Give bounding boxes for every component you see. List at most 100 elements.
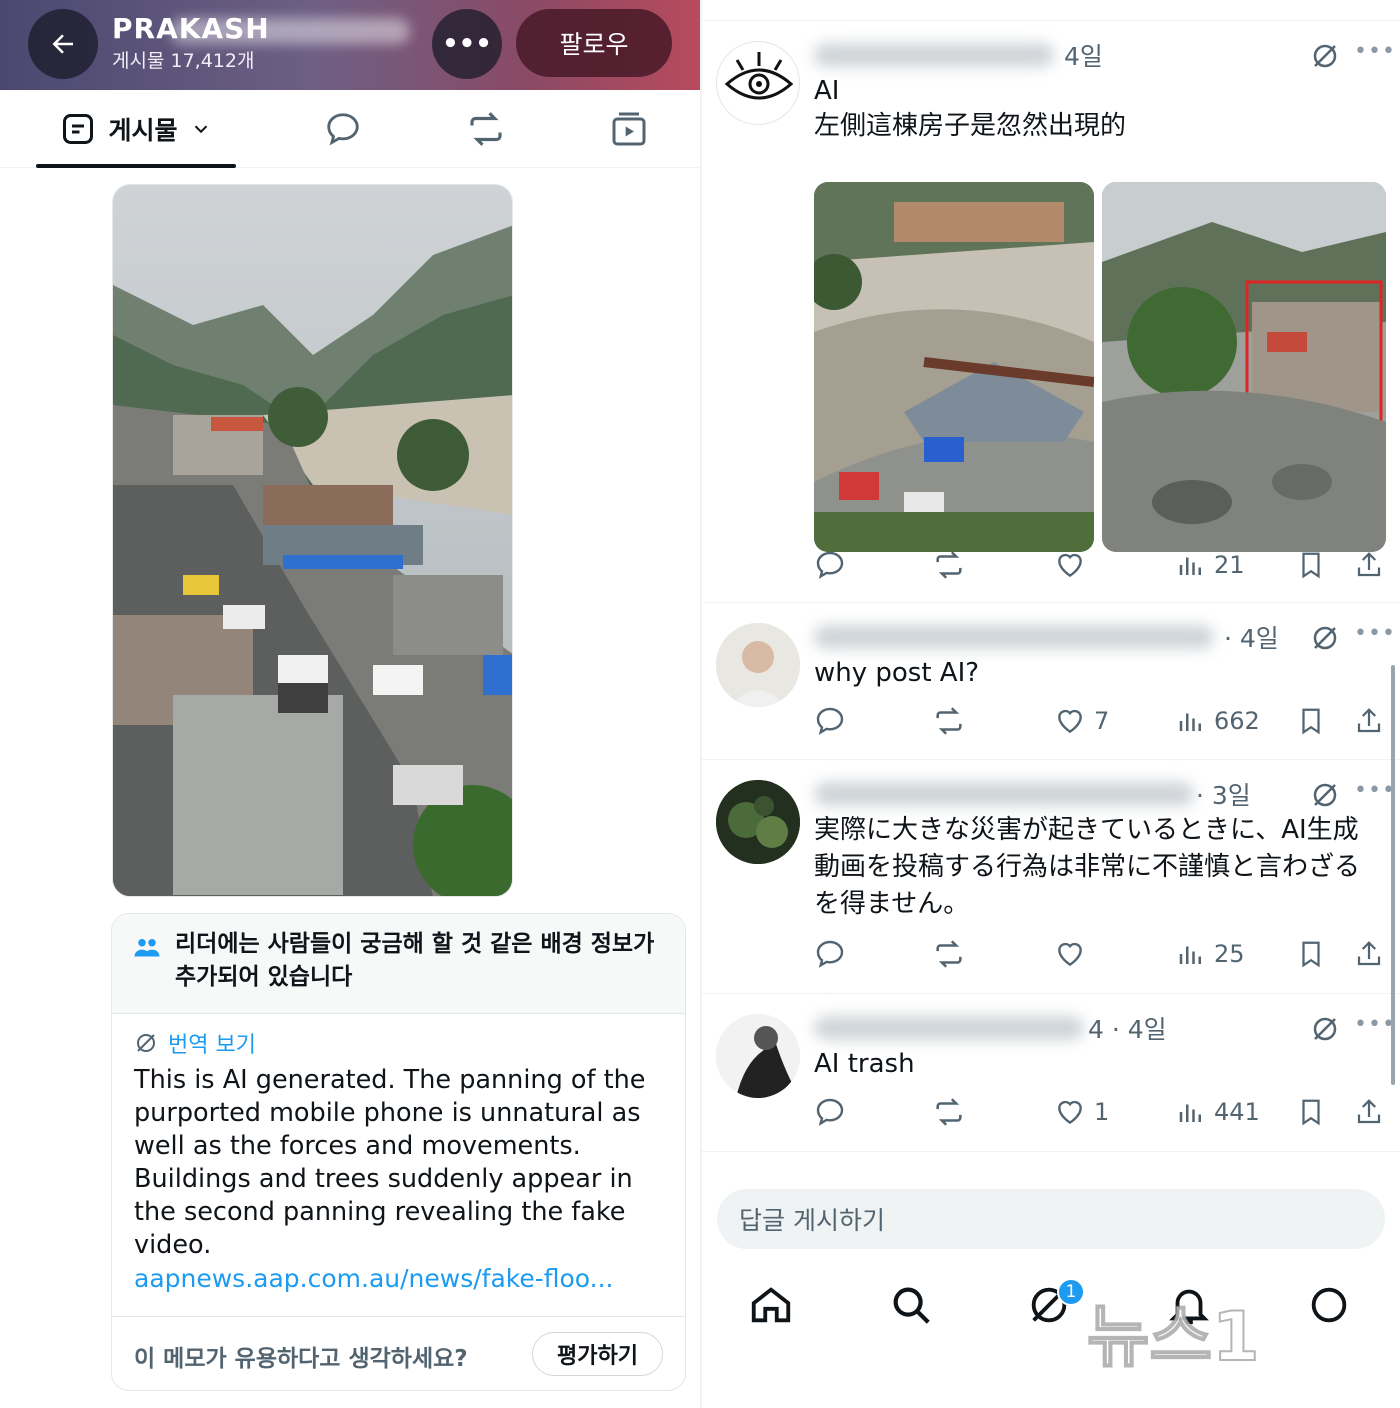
reply-button[interactable]: [814, 1094, 846, 1130]
news1-watermark: 뉴스1: [1087, 1297, 1260, 1378]
post-time: · 4일: [1224, 624, 1279, 653]
avatar[interactable]: [716, 41, 800, 125]
eye-logo-icon: [724, 52, 794, 100]
more-icon[interactable]: •••: [1354, 1012, 1396, 1037]
avatar-photo: [716, 623, 800, 707]
bookmark-button[interactable]: [1296, 547, 1326, 583]
more-icon: •••: [442, 29, 492, 59]
more-icon[interactable]: •••: [1354, 39, 1396, 64]
views-icon: [1179, 557, 1201, 575]
grok-icon[interactable]: [1310, 1014, 1340, 1044]
like-icon: [1058, 553, 1082, 578]
bookmark-icon: [1302, 1099, 1320, 1126]
cut-off-text: [115, 1396, 685, 1408]
like-button[interactable]: 1: [1054, 1094, 1109, 1130]
reply-post[interactable]: 4 · 4일 ••• AI trash 1 441: [702, 994, 1400, 1152]
views-button[interactable]: 662: [1176, 703, 1260, 739]
bookmark-button[interactable]: [1296, 703, 1326, 739]
like-button[interactable]: [1054, 547, 1094, 583]
like-icon: [1058, 709, 1082, 734]
reply-input[interactable]: 답글 게시하기: [717, 1189, 1385, 1249]
grok-icon[interactable]: [1310, 623, 1340, 653]
post-text: 実際に大きな災害が起きているときに、AI生成動画を投稿する行為は非常に不謹慎と言…: [814, 815, 1361, 919]
reply-button[interactable]: [814, 703, 846, 739]
repost-icon: [936, 1098, 962, 1126]
notification-badge: 1: [1057, 1278, 1085, 1306]
share-button[interactable]: [1354, 1094, 1384, 1130]
avatar[interactable]: [716, 1014, 800, 1098]
post-text: AI trash: [814, 1049, 915, 1079]
profile-header: PRAKASH 게시물 17,412개 ••• 팔로우: [0, 0, 700, 90]
post-image-2[interactable]: [1102, 182, 1386, 552]
reply-icon: [816, 940, 844, 968]
username-blur: [814, 43, 1054, 67]
video-icon: [612, 112, 646, 146]
chevron-down-icon: [194, 125, 207, 134]
view-count: 21: [1214, 551, 1245, 579]
repost-button[interactable]: [932, 936, 966, 972]
home-icon[interactable]: [748, 1282, 794, 1328]
back-button[interactable]: [28, 9, 98, 79]
like-icon: [1058, 1100, 1082, 1125]
reply-button[interactable]: [814, 936, 846, 972]
like-button[interactable]: 7: [1054, 703, 1109, 739]
flood-image-1: [814, 182, 1094, 552]
flood-video-image: [113, 185, 512, 896]
like-button[interactable]: [1054, 936, 1094, 972]
account-name-blur: [170, 18, 410, 44]
community-note-title: 리더에는 사람들이 궁금해 할 것 같은 배경 정보가 추가되어 있습니다: [175, 931, 655, 990]
tab-reposts[interactable]: [462, 90, 510, 168]
post-time: · 3일: [1196, 781, 1251, 810]
helpfulness-question: 이 메모가 유용하다고 생각하세요?: [134, 1346, 468, 1372]
share-icon: [1357, 708, 1381, 733]
translate-link[interactable]: 번역 보기: [134, 1027, 256, 1059]
post-text: why post AI?: [814, 658, 980, 688]
post-video[interactable]: [112, 184, 513, 897]
reply-post[interactable]: · 3일 ••• 実際に大きな災害が起きているときに、AI生成動画を投稿する行為…: [702, 760, 1400, 994]
views-button[interactable]: 25: [1176, 936, 1245, 972]
views-button[interactable]: 441: [1176, 1094, 1260, 1130]
reply-post[interactable]: 4일 ••• AI 左側這棟房子是忽然出現的 21: [702, 21, 1400, 603]
post-actions: 25: [814, 936, 1384, 972]
bookmark-button[interactable]: [1296, 1094, 1326, 1130]
tab-replies[interactable]: [320, 90, 366, 168]
reply-post[interactable]: · 4일 ••• why post AI? 7 662: [702, 603, 1400, 760]
grok-icon: [137, 1034, 155, 1052]
avatar[interactable]: [716, 780, 800, 864]
avatar-photo: [716, 1014, 800, 1098]
community-note-source-link[interactable]: aapnews.aap.com.au/news/fake-floo...: [134, 1264, 614, 1293]
like-icon: [1058, 942, 1082, 967]
views-button[interactable]: 21: [1176, 547, 1245, 583]
reply-button[interactable]: [814, 547, 846, 583]
profile-tabs: 게시물: [0, 90, 700, 168]
grok-icon[interactable]: [1310, 41, 1340, 71]
share-button[interactable]: [1354, 547, 1384, 583]
rate-button[interactable]: 평가하기: [532, 1332, 663, 1376]
views-icon: [1179, 946, 1201, 964]
bookmark-button[interactable]: [1296, 936, 1326, 972]
scrollbar[interactable]: [1391, 665, 1395, 1085]
avatar[interactable]: [716, 623, 800, 707]
grok-icon[interactable]: [1310, 780, 1340, 810]
repost-icon: [936, 940, 962, 968]
tab-posts[interactable]: 게시물: [36, 90, 236, 168]
posts-icon: [63, 114, 94, 144]
more-button[interactable]: •••: [432, 9, 502, 79]
repost-button[interactable]: [932, 703, 966, 739]
bookmark-icon: [1302, 708, 1320, 735]
repost-button[interactable]: [932, 1094, 966, 1130]
repost-button[interactable]: [932, 547, 966, 583]
search-icon[interactable]: [888, 1282, 934, 1328]
community-note: 리더에는 사람들이 궁금해 할 것 같은 배경 정보가 추가되어 있습니다 번역…: [111, 913, 686, 1391]
more-icon[interactable]: •••: [1354, 621, 1396, 646]
share-button[interactable]: [1354, 936, 1384, 972]
post-image-1[interactable]: [814, 182, 1094, 552]
tab-media[interactable]: [606, 90, 652, 168]
share-button[interactable]: [1354, 703, 1384, 739]
post-actions: 21: [814, 547, 1384, 583]
community-note-header: 리더에는 사람들이 궁금해 할 것 같은 배경 정보가 추가되어 있습니다: [112, 914, 685, 1014]
more-icon[interactable]: •••: [1354, 778, 1396, 803]
back-arrow-icon: [52, 34, 73, 54]
follow-button[interactable]: 팔로우: [516, 9, 672, 77]
post-actions: 1 441: [814, 1094, 1384, 1130]
